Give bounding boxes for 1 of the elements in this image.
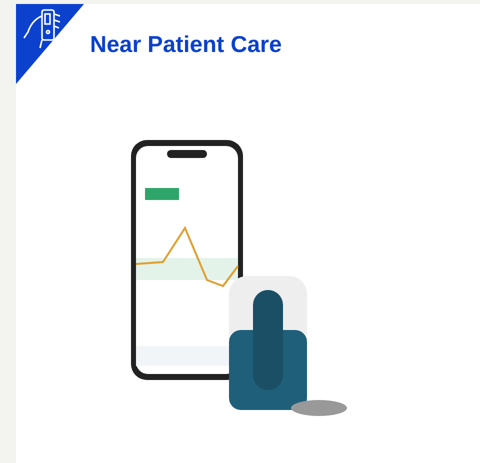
card-title: Near Patient Care bbox=[90, 31, 282, 58]
